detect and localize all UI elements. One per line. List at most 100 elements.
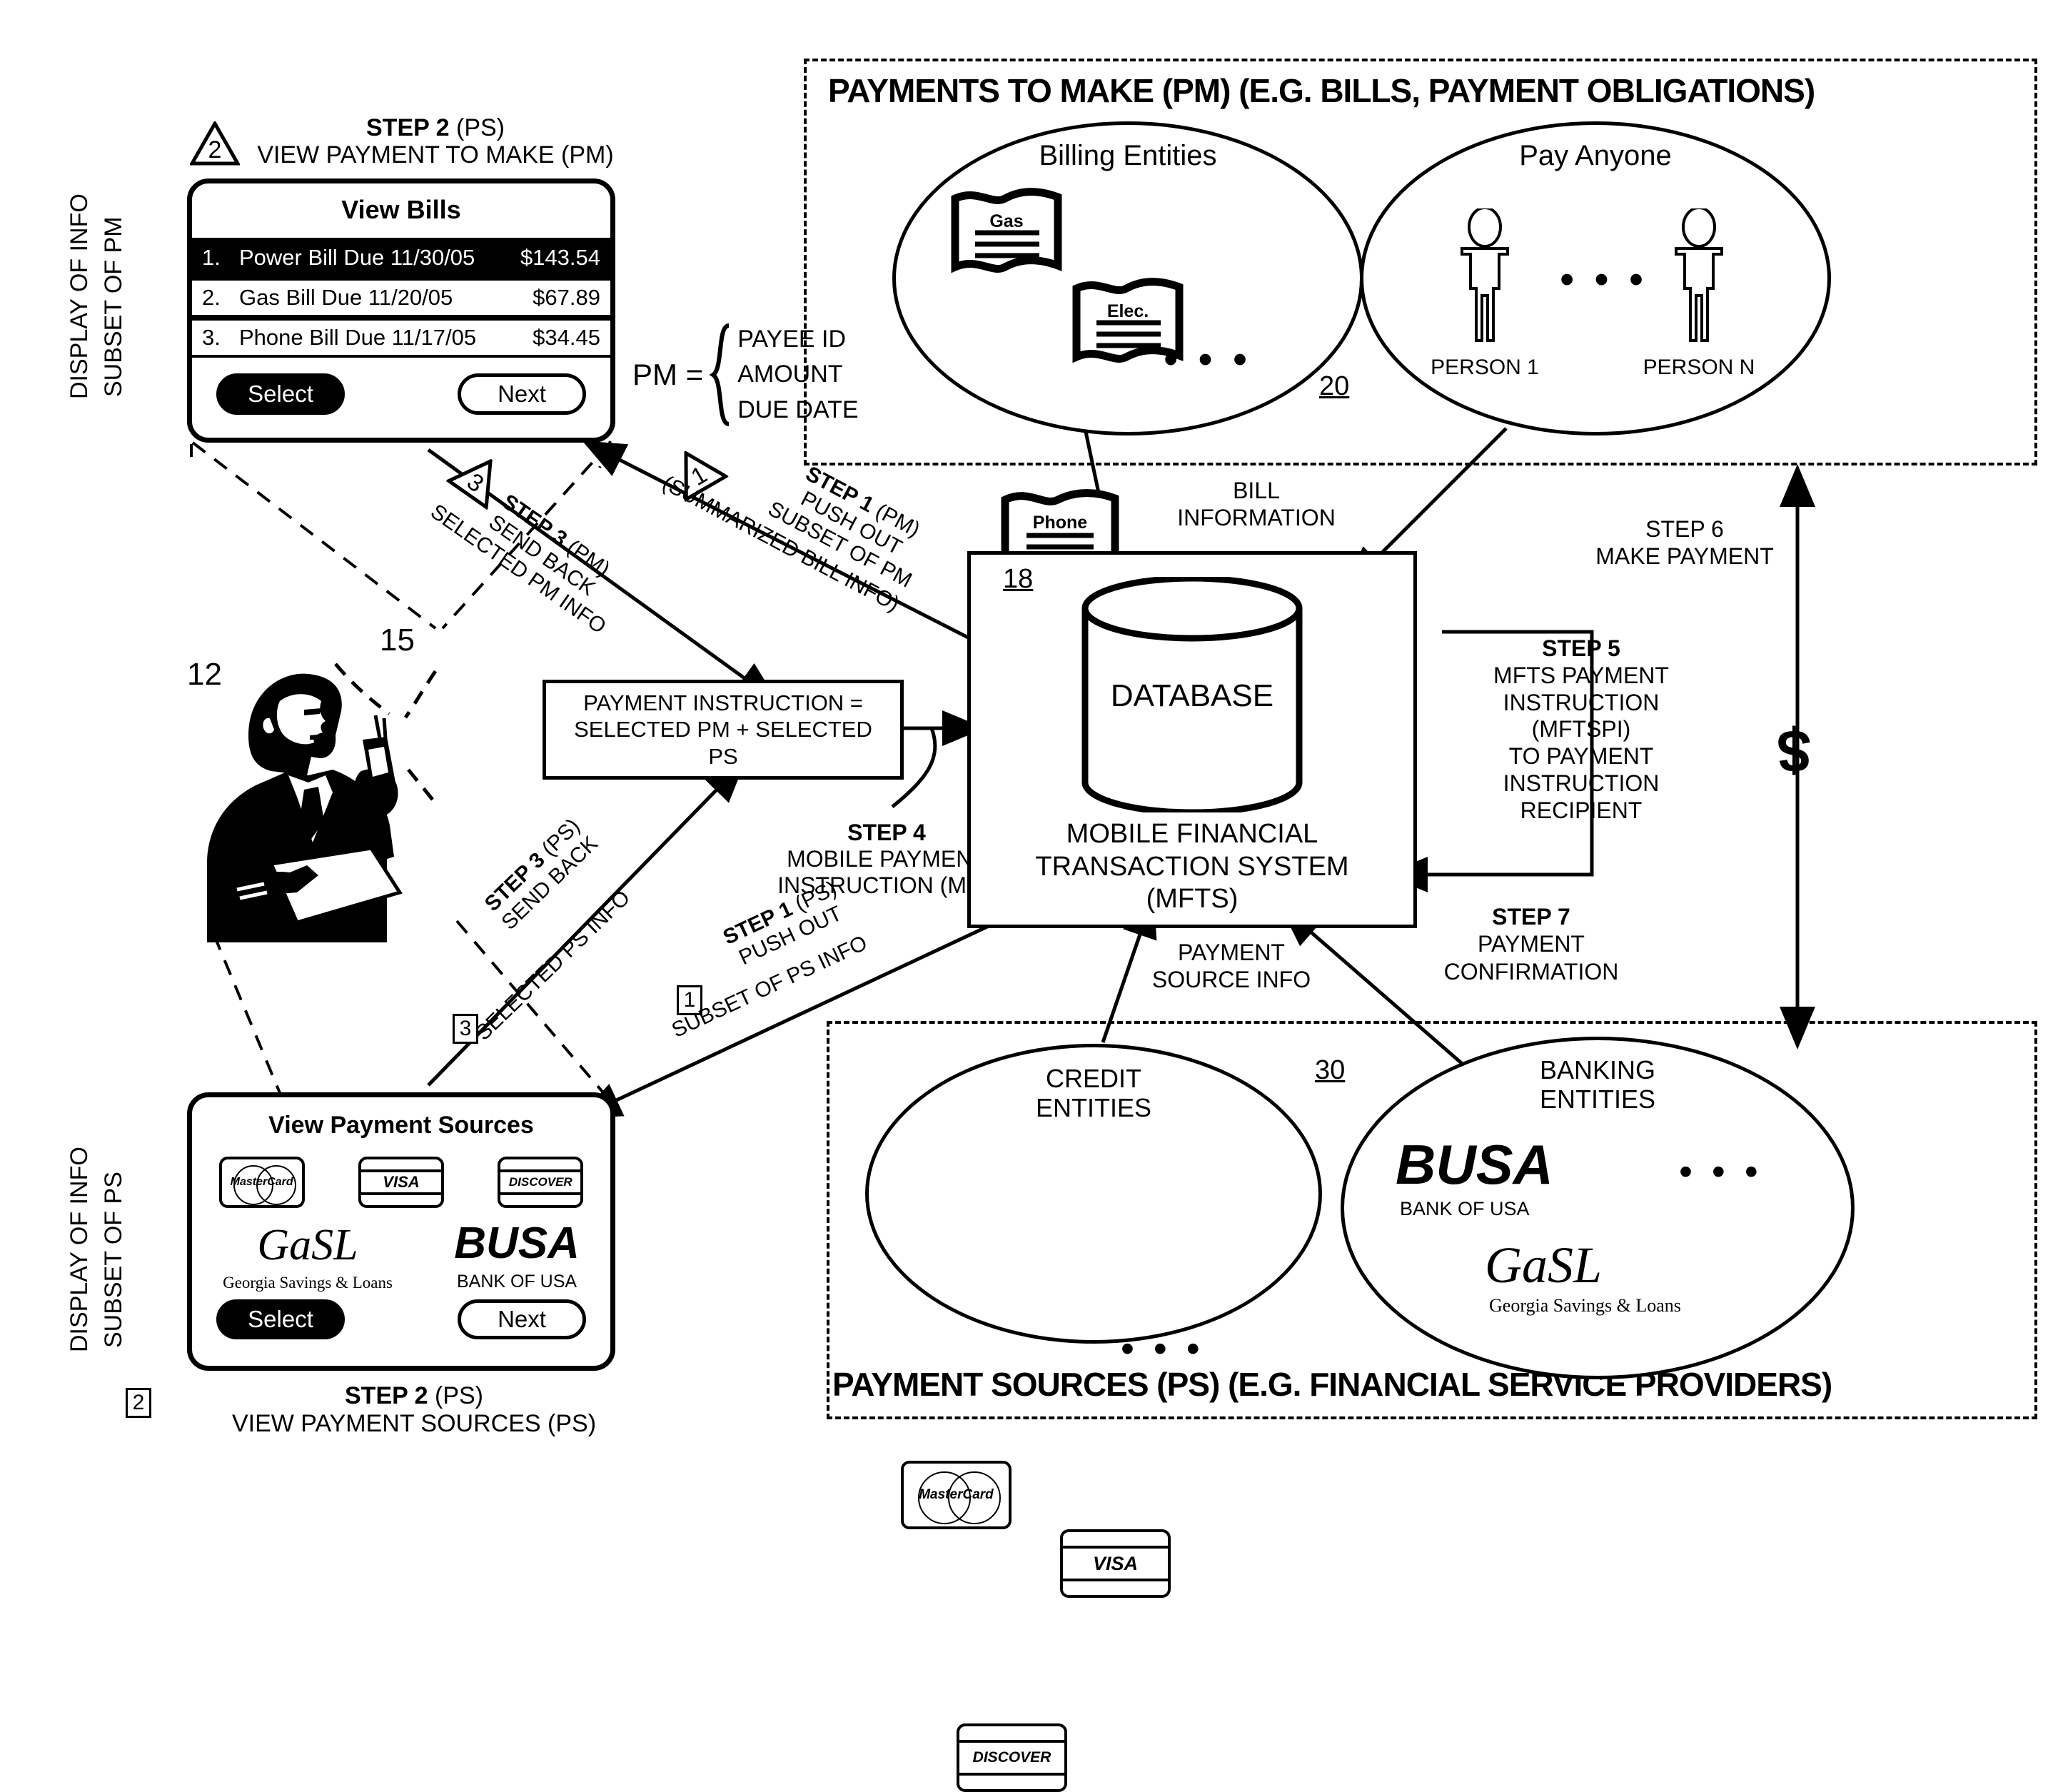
card-icon-visa[interactable]: VISA xyxy=(358,1157,444,1208)
subset-ps-line2: SUBSET OF PS xyxy=(100,1172,127,1349)
person-n-label: PERSON N xyxy=(1643,356,1755,379)
bank-name-gasl: Georgia Savings & Loans xyxy=(223,1274,393,1292)
credit-entities-line2: ENTITIES xyxy=(1035,1093,1152,1123)
pm-definition: PM = PAYEE ID AMOUNT DUE DATE xyxy=(632,321,868,428)
pm-definition-item-due-date: DUE DATE xyxy=(737,396,859,423)
credit-card-label-mastercard: MasterCard xyxy=(919,1487,994,1502)
pay-anyone-ellipsis: • • • xyxy=(1560,256,1648,303)
subset-ps-label: SUBSET OF PS xyxy=(100,1121,128,1399)
credit-card-label-discover: DISCOVER xyxy=(972,1749,1051,1766)
table-row[interactable]: 3. Phone Bill Due 11/17/05 $34.45 xyxy=(192,318,610,358)
bill-index: 2. xyxy=(202,285,221,310)
database-label: DATABASE xyxy=(1110,678,1274,713)
credit-entities-label: CREDIT ENTITIES xyxy=(865,1064,1322,1123)
mfts-title: MOBILE FINANCIAL TRANSACTION SYSTEM (MFT… xyxy=(978,818,1406,916)
payment-sources-title: PAYMENT SOURCES (PS) (E.G. FINANCIAL SER… xyxy=(832,1366,1832,1403)
payment-source-info-label: PAYMENT SOURCE INFO xyxy=(1114,939,1349,994)
card-label-discover: DISCOVER xyxy=(508,1175,572,1189)
view-bills-step-label: STEP 2 (PS) VIEW PAYMENT TO MAKE (PM) xyxy=(243,114,628,168)
credit-card-icon-visa: VISA xyxy=(1060,1529,1171,1598)
display-info-pm-line1: DISPLAY OF INFO xyxy=(66,193,93,399)
step7-l2: PAYMENT xyxy=(1478,931,1585,957)
pm-region-ref: 20 xyxy=(1319,371,1350,401)
banking-logo-busa: BUSA xyxy=(1396,1133,1554,1196)
step5-bold: STEP 5 xyxy=(1542,635,1620,661)
payments-to-make-title: PAYMENTS TO MAKE (PM) (E.G. BILLS, PAYME… xyxy=(828,72,1815,109)
payment-source-info-line1: PAYMENT xyxy=(1178,940,1285,965)
dollar-symbol-icon: $ xyxy=(1777,718,1811,785)
card-icon-mastercard[interactable]: MasterCard xyxy=(218,1157,305,1208)
display-info-subset-pm-label: DISPLAY OF INFO xyxy=(66,143,94,450)
banking-entity-gasl: GaSL Georgia Savings & Loans xyxy=(1485,1239,1770,1317)
step6-l2: MAKE PAYMENT xyxy=(1595,543,1774,570)
subset-pm-line2: SUBSET OF PM xyxy=(100,216,127,398)
step3-ps-badge-number: 3 xyxy=(459,1017,472,1040)
credit-entities-line1: CREDIT xyxy=(1046,1064,1141,1093)
person-n-icon xyxy=(1663,206,1735,344)
user-illustration xyxy=(157,650,443,950)
ps-select-button[interactable]: Select xyxy=(216,1299,345,1339)
database-cylinder-icon: DATABASE xyxy=(1078,575,1306,816)
select-button[interactable]: Select xyxy=(216,373,345,415)
bill-icon-phone-label: Phone xyxy=(1032,513,1088,533)
credit-card-icon-discover: DISCOVER xyxy=(957,1723,1067,1792)
step5-line-2: (MFTSPI) xyxy=(1531,716,1631,743)
step5-line-1: INSTRUCTION xyxy=(1503,689,1660,715)
bill-information-label: BILL INFORMATION xyxy=(1142,477,1371,532)
next-button[interactable]: Next xyxy=(458,373,586,415)
credit-card-icon-mastercard: MasterCard xyxy=(901,1461,1012,1529)
display-info-subset-ps-label: DISPLAY OF INFO xyxy=(66,1099,94,1399)
banking-entity-busa: BUSA BANK OF USA xyxy=(1396,1137,1638,1220)
view-bills-badge-number: 2 xyxy=(208,136,222,163)
bank-logo-busa: BUSA xyxy=(454,1219,580,1268)
person-1-icon xyxy=(1449,206,1520,344)
bank-logo-gasl: GaSL xyxy=(257,1221,358,1269)
ps-region-ref: 30 xyxy=(1315,1055,1346,1085)
bill-description: Power Bill Due 11/30/05 xyxy=(239,245,475,270)
step7-l3: CONFIRMATION xyxy=(1443,958,1619,985)
bill-description: Phone Bill Due 11/17/05 xyxy=(239,325,477,350)
step6-label: STEP 6 MAKE PAYMENT xyxy=(1570,515,1799,570)
card-label-visa: VISA xyxy=(383,1173,420,1191)
mfts-title-line1: MOBILE FINANCIAL xyxy=(1066,819,1318,849)
table-row[interactable]: 2. Gas Bill Due 11/20/05 $67.89 xyxy=(192,278,610,318)
ps-next-button[interactable]: Next xyxy=(458,1299,586,1339)
ps-step-rest: (PS) xyxy=(428,1382,483,1409)
banking-entities-line1: BANKING xyxy=(1539,1055,1656,1084)
view-payment-sources-step-label: STEP 2 (PS) VIEW PAYMENT SOURCES (PS) xyxy=(214,1382,614,1438)
step5-label: STEP 5 MFTS PAYMENT INSTRUCTION (MFTSPI)… xyxy=(1463,635,1699,824)
banking-entities-label: BANKING ENTITIES xyxy=(1341,1055,1855,1114)
view-bills-step-sub: VIEW PAYMENT TO MAKE (PM) xyxy=(257,141,614,169)
step7-label: STEP 7 PAYMENT CONFIRMATION xyxy=(1413,903,1649,985)
bill-index: 1. xyxy=(202,245,221,270)
mfts-title-line3: (MFTS) xyxy=(1146,884,1239,915)
view-payment-sources-panel: View Payment Sources MasterCard VISA DIS… xyxy=(187,1092,615,1371)
mfts-title-line2: TRANSACTION SYSTEM xyxy=(1035,851,1349,882)
billing-entities-ellipsis: • • • xyxy=(1164,336,1252,383)
card-icon-discover[interactable]: DISCOVER xyxy=(498,1157,584,1208)
mfts-ref-number: 18 xyxy=(1003,564,1034,594)
banking-name-busa: BANK OF USA xyxy=(1400,1198,1530,1219)
step5-line-0: MFTS PAYMENT xyxy=(1493,662,1669,688)
table-row[interactable]: 1. Power Bill Due 11/30/05 $143.54 xyxy=(192,238,610,278)
bottom-badge-number: 2 xyxy=(132,1391,145,1414)
bill-amount: $143.54 xyxy=(520,245,600,270)
pm-definition-item-payee-id: PAYEE ID xyxy=(737,326,846,353)
bill-information-line1: BILL xyxy=(1233,478,1280,503)
view-bills-panel: View Bills 1. Power Bill Due 11/30/05 $1… xyxy=(187,178,615,443)
banking-logo-gasl: GaSL xyxy=(1485,1237,1603,1294)
bill-icon-gas-label: Gas xyxy=(989,211,1024,231)
step6-bold: STEP 6 xyxy=(1645,516,1724,542)
step5-line-3: TO PAYMENT xyxy=(1508,743,1654,769)
banking-entities-ellipsis: • • • xyxy=(1679,1150,1762,1193)
bill-index: 3. xyxy=(202,325,221,350)
subset-pm-label: SUBSET OF PM xyxy=(100,164,128,450)
payment-instruction-line2: SELECTED PM + SELECTED xyxy=(574,717,872,743)
view-payment-sources-title: View Payment Sources xyxy=(268,1112,534,1139)
bill-amount: $67.89 xyxy=(533,285,600,310)
credit-card-label-visa: VISA xyxy=(1092,1552,1139,1574)
payment-instruction-line1: PAYMENT INSTRUCTION = xyxy=(583,690,863,716)
ps-step-sub: VIEW PAYMENT SOURCES (PS) xyxy=(231,1410,597,1438)
step7-bold: STEP 7 xyxy=(1492,904,1570,930)
card-label-mastercard: MasterCard xyxy=(230,1176,293,1188)
